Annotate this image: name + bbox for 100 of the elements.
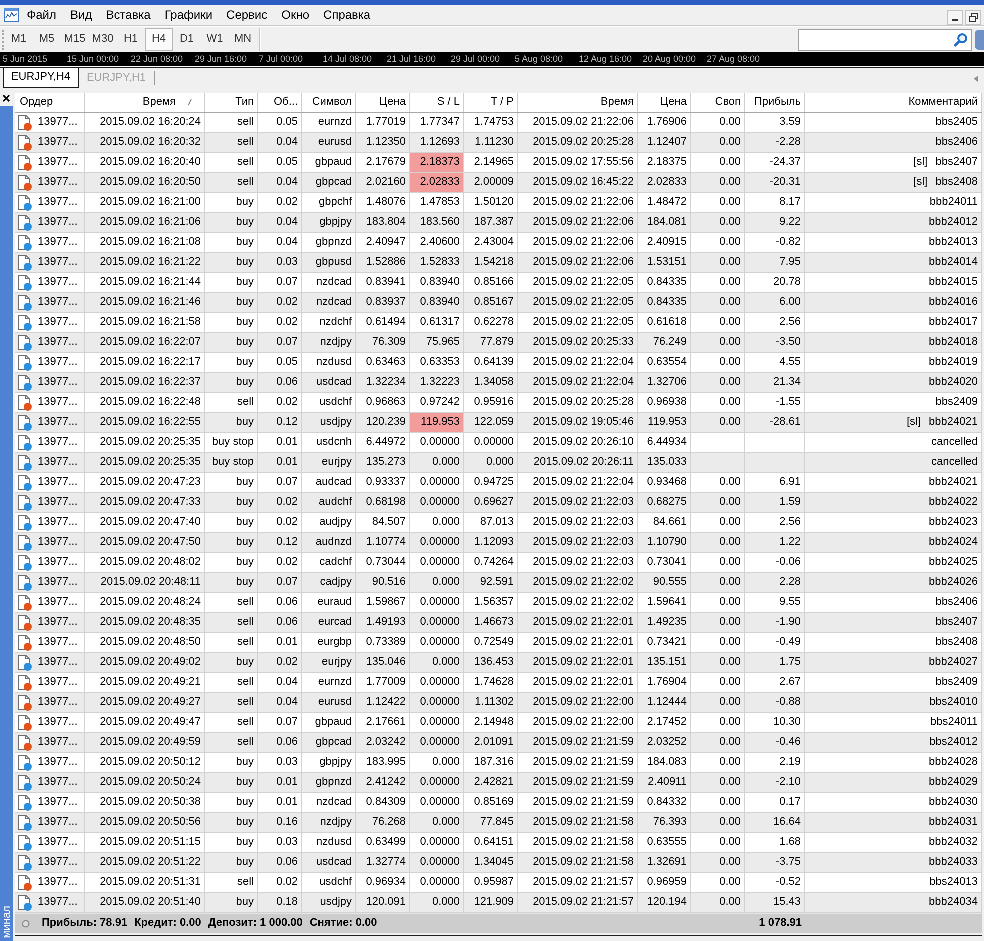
table-row[interactable]: 13977... 2015.09.02 20:48:11 buy 0.07 cadjpy 90.516 0.000 92.591 2015.09.02 21:22:02 90.555 0.00 2.28 bbb24026	[15, 573, 982, 593]
order-number: 13977...	[38, 115, 78, 130]
table-row[interactable]: 13977... 2015.09.02 16:22:37 buy 0.06 usdcad 1.32234 1.32223 1.34058 2015.09.02 21:22:04 1.32706 0.00 21.34 bbb24020	[15, 373, 982, 393]
sort-icon	[188, 99, 192, 106]
axis-label: 12 Aug 16:00	[579, 54, 632, 64]
axis-label: 7 Jul 00:00	[259, 54, 304, 64]
column-header[interactable]: Комментарий	[805, 93, 982, 112]
axis-label: 29 Jun 16:00	[195, 54, 248, 64]
order-number: 13977...	[38, 815, 78, 830]
table-row[interactable]: 13977... 2015.09.02 16:20:50 sell 0.04 gbpcad 2.02160 2.02833 2.00009 2015.09.02 16:45:22 2.02833 0.00 -20.31 [sl] bbs2408	[15, 173, 982, 193]
table-row[interactable]: 13977... 2015.09.02 16:21:22 buy 0.03 gbpusd 1.52886 1.52833 1.54218 2015.09.02 21:22:06 1.53151 0.00 7.95 bbb24014	[15, 253, 982, 273]
table-row[interactable]: 13977... 2015.09.02 20:49:59 sell 0.06 gbpcad 2.03242 0.00000 2.01091 2015.09.02 21:21:59 2.03252 0.00 -0.46 bbs24012	[15, 733, 982, 753]
axis-label: 29 Jul 00:00	[451, 54, 500, 64]
toolbar-tile-icon[interactable]	[975, 30, 984, 50]
menu-item[interactable]: Вид	[64, 6, 100, 24]
axis-label: 20 Aug 00:00	[643, 54, 696, 64]
table-row[interactable]: 13977... 2015.09.02 20:47:33 buy 0.02 audchf 0.68198 0.00000 0.69627 2015.09.02 21:22:03 0.68275 0.00 1.59 bbb24022	[15, 493, 982, 513]
order-number: 13977...	[38, 715, 78, 730]
table-row[interactable]: 13977... 2015.09.02 16:22:07 buy 0.07 nzdjpy 76.309 75.965 77.879 2015.09.02 20:25:33 76.249 0.00 -3.50 bbb24018	[15, 333, 982, 353]
column-header[interactable]: Время	[85, 93, 205, 112]
axis-label: 5 Jun 2015	[3, 54, 48, 64]
column-header[interactable]: Цена	[638, 93, 691, 112]
table-row[interactable]: 13977... 2015.09.02 20:25:35 buy stop 0.01 eurjpy 135.273 0.000 0.000 2015.09.02 20:26:11 135.033 cancelled	[15, 453, 982, 473]
menu-item[interactable]: Файл	[20, 6, 64, 24]
table-row[interactable]: 13977... 2015.09.02 20:49:27 sell 0.04 eurusd 1.12422 0.00000 1.11302 2015.09.02 21:22:00 1.12444 0.00 -0.88 bbs24010	[15, 693, 982, 713]
restore-button[interactable]	[965, 10, 981, 24]
minimize-button[interactable]	[947, 10, 963, 24]
column-header[interactable]: Символ	[302, 93, 356, 112]
timeframe-button[interactable]: D1	[173, 28, 201, 51]
menu-item[interactable]: Графики	[158, 6, 220, 24]
scroll-left-icon[interactable]	[974, 76, 978, 82]
total-profit: 1 078.91	[759, 916, 802, 932]
table-row[interactable]: 13977... 2015.09.02 20:51:22 buy 0.06 usdcad 1.32774 0.00000 1.34045 2015.09.02 21:21:58 1.32691 0.00 -3.75 bbb24033	[15, 853, 982, 873]
table-row[interactable]: 13977... 2015.09.02 16:22:55 buy 0.12 usdjpy 120.239 119.953 122.059 2015.09.02 19:05:46 119.953 0.00 -28.61 [sl] bbb24021	[15, 413, 982, 433]
column-header[interactable]: Тип	[205, 93, 258, 112]
status-ring-icon	[22, 920, 30, 928]
terminal-side-tab[interactable]: минал	[0, 106, 13, 941]
table-row[interactable]: 13977... 2015.09.02 16:21:06 buy 0.04 gbpjpy 183.804 183.560 187.387 2015.09.02 21:22:06 184.081 0.00 9.22 bbb24012	[15, 213, 982, 233]
table-row[interactable]: 13977... 2015.09.02 20:50:24 buy 0.01 gbpnzd 2.41242 0.00000 2.42821 2015.09.02 21:21:59 2.40911 0.00 -2.10 bbb24029	[15, 773, 982, 793]
table-cell: 2.02833	[410, 173, 464, 193]
axis-label: 27 Aug 08:00	[707, 54, 760, 64]
column-header[interactable]: T / P	[464, 93, 518, 112]
summary-item: Прибыль: 78.91	[42, 916, 128, 932]
order-number: 13977...	[38, 595, 78, 610]
order-number: 13977...	[38, 895, 78, 910]
order-number: 13977...	[38, 695, 78, 710]
table-row[interactable]: 13977... 2015.09.02 20:51:40 buy 0.18 usdjpy 120.091 0.000 121.909 2015.09.02 21:21:57 120.194 0.00 15.43 bbb24034	[15, 893, 982, 913]
menu-item[interactable]: Окно	[274, 6, 317, 24]
close-icon[interactable]	[3, 95, 10, 102]
table-row[interactable]: 13977... 2015.09.02 20:49:02 buy 0.02 eurjpy 135.046 0.000 136.453 2015.09.02 21:22:01 135.151 0.00 1.75 bbb24027	[15, 653, 982, 673]
order-number: 13977...	[38, 755, 78, 770]
column-header[interactable]: Время	[518, 93, 638, 112]
order-number: 13977...	[38, 535, 78, 550]
timeframe-button[interactable]: M30	[89, 28, 117, 51]
table-row[interactable]: 13977... 2015.09.02 16:21:46 buy 0.02 nzdcad 0.83937 0.83940 0.85167 2015.09.02 21:22:05 0.84335 0.00 6.00 bbb24016	[15, 293, 982, 313]
menu-item[interactable]: Справка	[316, 6, 378, 24]
timeframe-button[interactable]: H1	[117, 28, 145, 51]
timeframe-button[interactable]: M5	[33, 28, 61, 51]
axis-label: 22 Jun 08:00	[131, 54, 184, 64]
order-number: 13977...	[38, 395, 78, 410]
chart-tab[interactable]: EURJPY,H4	[3, 68, 79, 88]
menu-item[interactable]: Вставка	[99, 6, 158, 24]
order-number: 13977...	[38, 655, 78, 670]
order-number: 13977...	[38, 475, 78, 490]
minimize-icon	[952, 19, 958, 21]
table-row[interactable]: 13977... 2015.09.02 20:48:35 sell 0.06 eurcad 1.49193 0.00000 1.46673 2015.09.02 21:22:01 1.49235 0.00 -1.90 bbs2407	[15, 613, 982, 633]
timeframe-button[interactable]: M15	[61, 28, 89, 51]
column-header[interactable]: Прибыль	[745, 93, 805, 112]
column-header[interactable]: Ордер	[15, 93, 85, 112]
order-number: 13977...	[38, 435, 78, 450]
order-number: 13977...	[38, 555, 78, 570]
order-number: 13977...	[38, 635, 78, 650]
summary-item: Депозит: 1 000.00	[208, 916, 303, 932]
search-field[interactable]	[798, 28, 972, 50]
timeframe-button[interactable]: M1	[5, 28, 33, 51]
table-row[interactable]: 13977... 2015.09.02 20:47:50 buy 0.12 audnzd 1.10774 0.00000 1.12093 2015.09.02 21:22:03 1.10790 0.00 1.22 bbb24024	[15, 533, 982, 553]
order-number: 13977...	[38, 575, 78, 590]
order-number: 13977...	[38, 495, 78, 510]
order-number: 13977...	[38, 155, 78, 170]
order-number: 13977...	[38, 375, 78, 390]
order-number: 13977...	[38, 415, 78, 430]
timeframe-button[interactable]: W1	[201, 28, 229, 51]
table-cell: 2.18373	[410, 153, 464, 173]
order-number: 13977...	[38, 875, 78, 890]
column-header[interactable]: Об...	[258, 93, 302, 112]
summary-item: Кредит: 0.00	[134, 916, 202, 932]
order-number: 13977...	[38, 835, 78, 850]
column-header[interactable]: Цена	[356, 93, 410, 112]
order-number: 13977...	[38, 455, 78, 470]
order-number: 13977...	[38, 615, 78, 630]
axis-label: 14 Jul 08:00	[323, 54, 372, 64]
timeframe-button[interactable]: MN	[229, 28, 257, 51]
table-row[interactable]: 13977... 2015.09.02 20:50:56 buy 0.16 nzdjpy 76.268 0.000 77.845 2015.09.02 21:21:58 76.393 0.00 16.64 bbb24031	[15, 813, 982, 833]
chart-window-icon	[4, 8, 19, 22]
table-row[interactable]: 13977... 2015.09.02 16:20:32 sell 0.04 eurusd 1.12350 1.12693 1.11230 2015.09.02 20:25:28 1.12407 0.00 -2.28 bbs2406	[15, 133, 982, 153]
column-header[interactable]: S / L	[410, 93, 464, 112]
order-number: 13977...	[38, 795, 78, 810]
timeframe-button[interactable]: H4	[145, 28, 173, 51]
column-header[interactable]: Своп	[691, 93, 745, 112]
menu-item[interactable]: Сервис	[220, 6, 275, 24]
